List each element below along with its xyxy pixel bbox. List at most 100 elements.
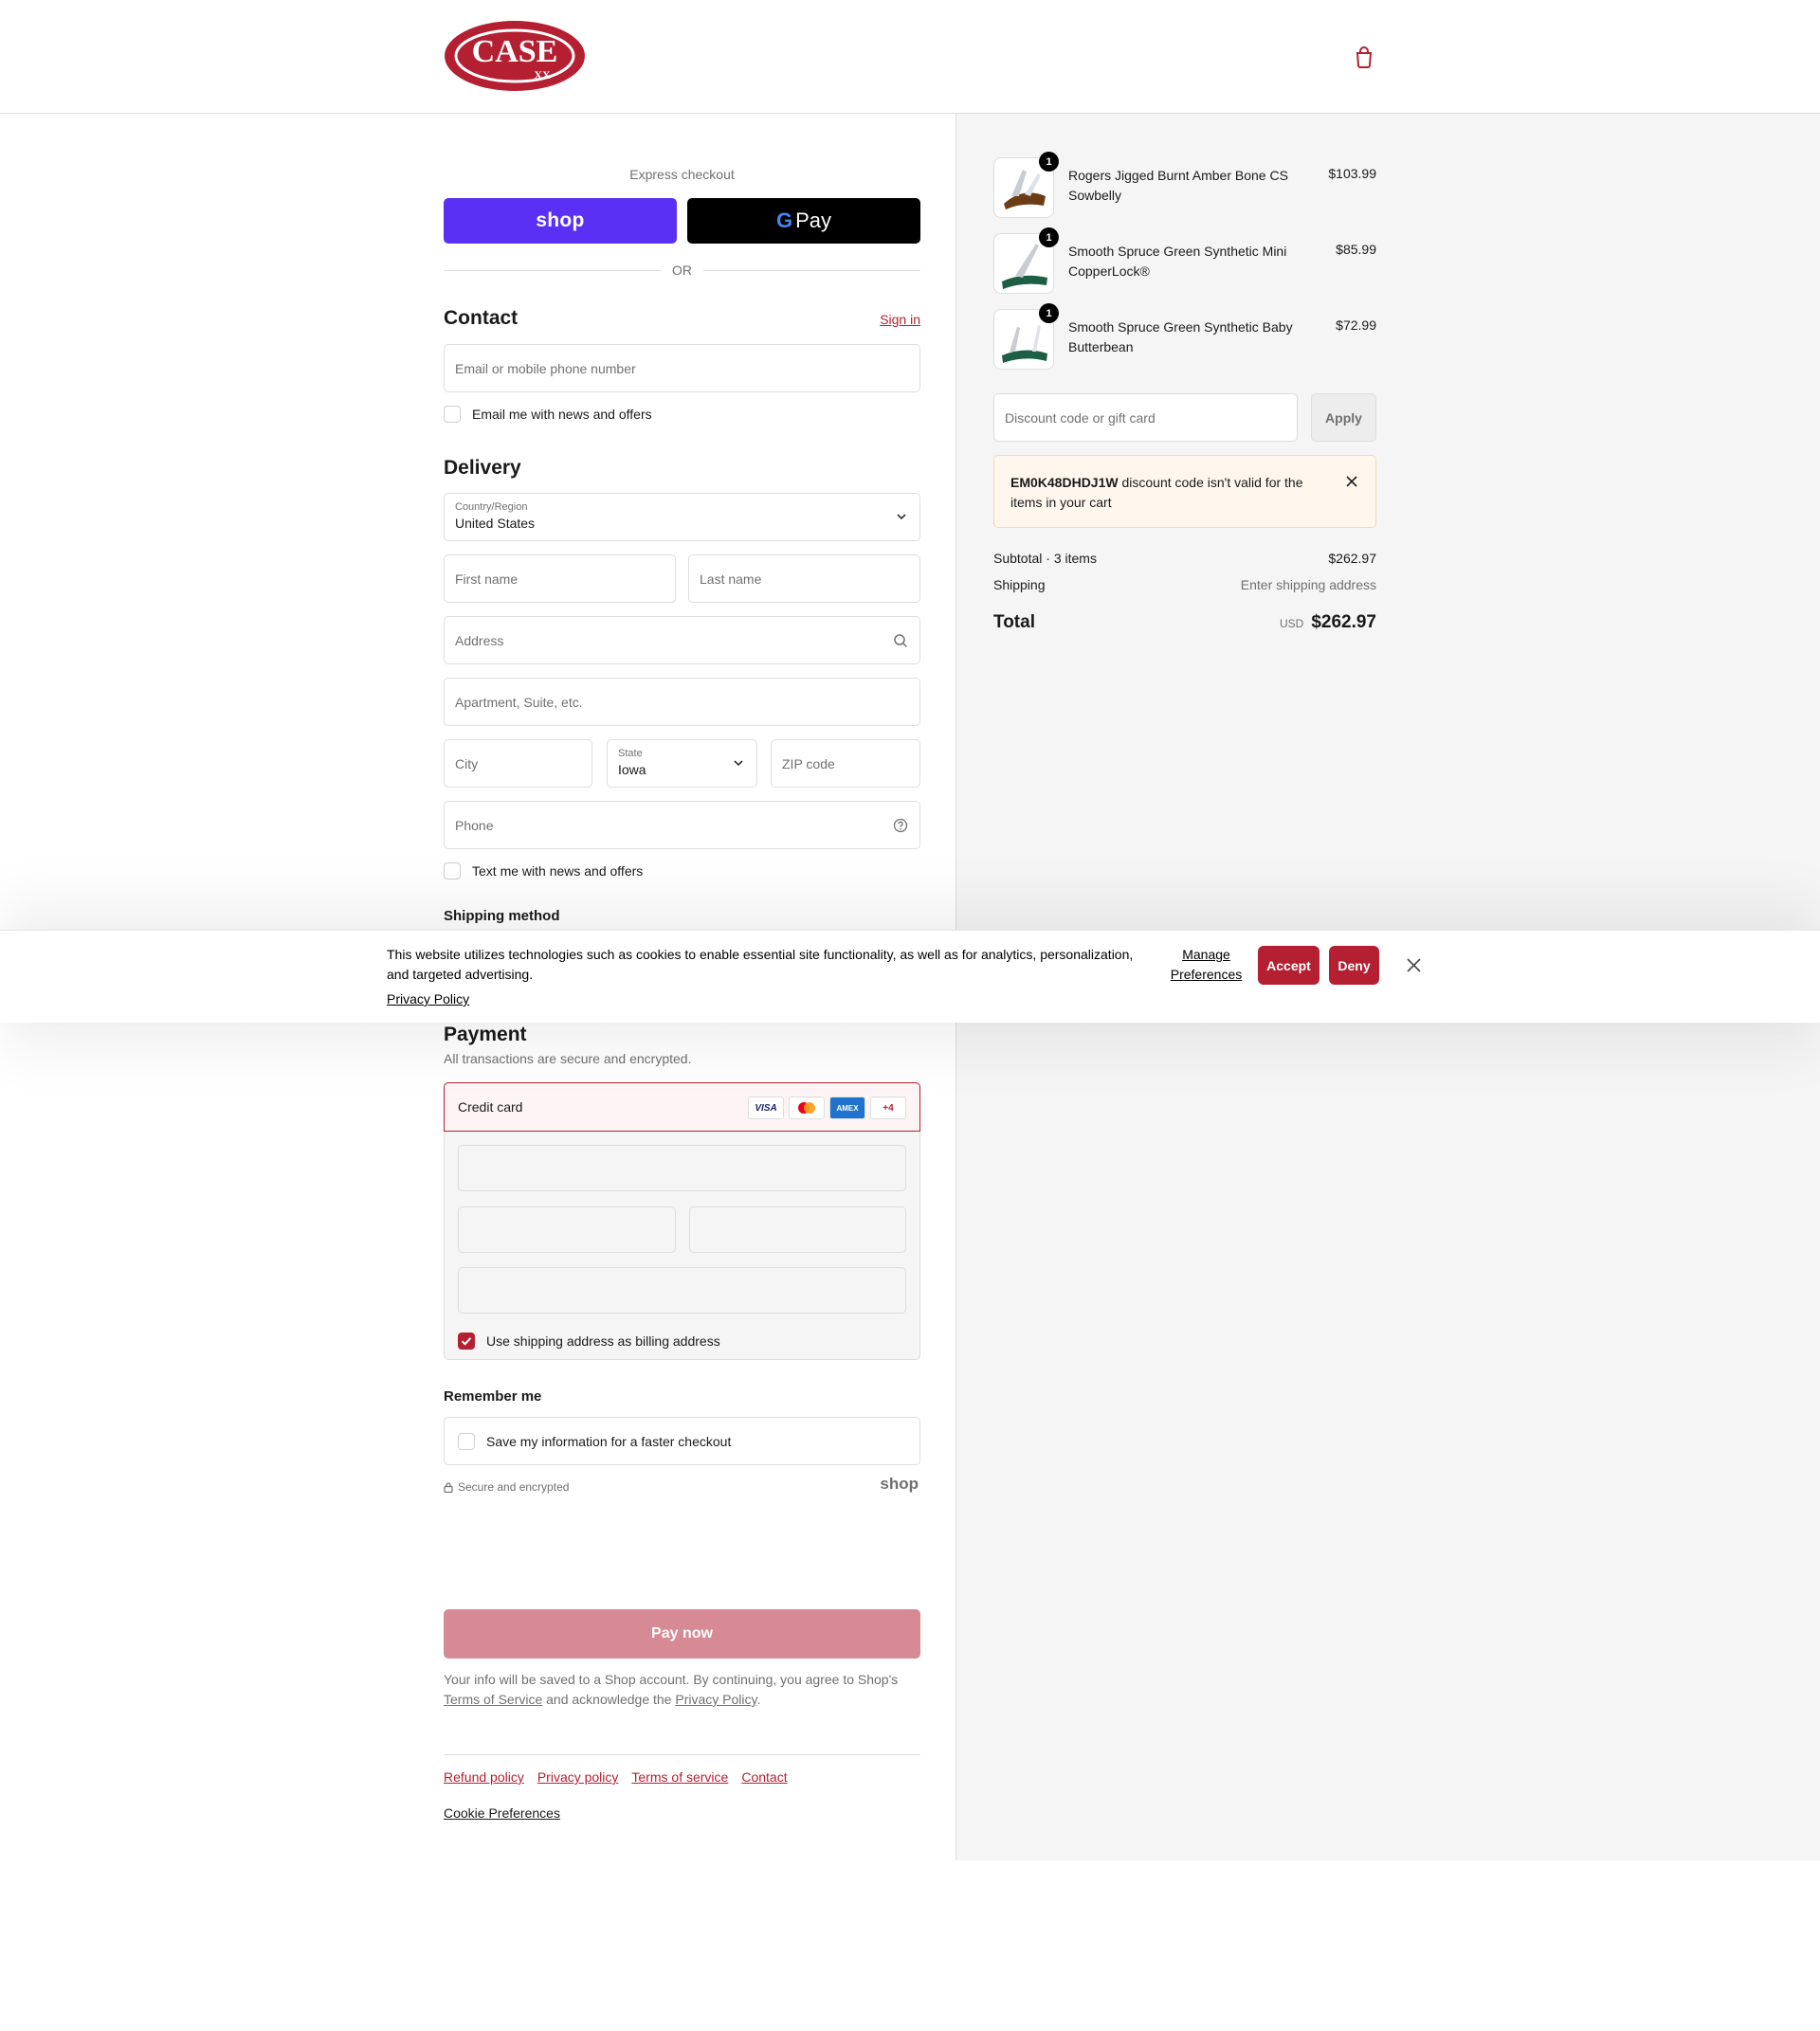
or-divider: OR xyxy=(444,261,920,280)
total-row: Total USD $262.97 xyxy=(993,612,1376,633)
city-field[interactable] xyxy=(444,739,592,788)
text-news-checkbox[interactable] xyxy=(444,862,461,879)
billing-address-checkbox[interactable] xyxy=(458,1333,475,1350)
close-icon[interactable] xyxy=(1345,475,1358,488)
line-item: 1 Rogers Jigged Burnt Amber Bone CS Sowb… xyxy=(993,152,1376,224)
privacy-policy-link[interactable]: Privacy Policy xyxy=(675,1692,756,1707)
credit-card-option[interactable]: Credit card VISA AMEX +4 xyxy=(444,1082,920,1132)
save-info-checkbox-row[interactable]: Save my information for a faster checkou… xyxy=(458,1433,731,1450)
google-pay-button[interactable]: G Pay xyxy=(687,198,920,244)
first-name-field[interactable] xyxy=(444,554,676,603)
email-news-checkbox[interactable] xyxy=(444,406,461,423)
total-value: $262.97 xyxy=(1311,612,1376,632)
cookie-privacy-policy-link[interactable]: Privacy Policy xyxy=(387,991,469,1006)
product-thumbnail: 1 xyxy=(993,227,1059,294)
text-news-checkbox-row[interactable]: Text me with news and offers xyxy=(444,862,643,879)
express-checkout-title: Express checkout xyxy=(629,167,735,182)
apartment-input[interactable] xyxy=(445,679,919,725)
close-icon[interactable] xyxy=(1406,957,1422,973)
manage-preferences-link[interactable]: Manage Preferences xyxy=(1166,945,1247,985)
billing-address-checkbox-row[interactable]: Use shipping address as billing address xyxy=(458,1333,720,1350)
terms-of-service-link[interactable]: Terms of Service xyxy=(444,1692,542,1707)
phone-field[interactable] xyxy=(444,801,920,849)
footer-terms-link[interactable]: Terms of service xyxy=(631,1769,728,1785)
item-price: $85.99 xyxy=(1336,242,1376,257)
quantity-badge: 1 xyxy=(1039,303,1059,323)
last-name-input[interactable] xyxy=(689,555,919,602)
header: CASE XX xyxy=(0,0,1820,114)
card-name-field[interactable] xyxy=(458,1267,906,1314)
phone-input[interactable] xyxy=(445,802,919,848)
shipping-row: Shipping Enter shipping address xyxy=(993,577,1376,592)
address-input[interactable] xyxy=(445,617,919,663)
shop-pay-label: shop xyxy=(536,209,585,231)
refund-policy-link[interactable]: Refund policy xyxy=(444,1769,524,1785)
card-expiry-field[interactable] xyxy=(458,1206,676,1253)
email-news-label: Email me with news and offers xyxy=(472,407,652,422)
save-info-checkbox[interactable] xyxy=(458,1433,475,1450)
total-currency: USD xyxy=(1279,617,1304,630)
country-select[interactable]: Country/Region United States xyxy=(444,493,920,541)
product-thumbnail: 1 xyxy=(993,303,1059,370)
country-label: Country/Region xyxy=(455,501,528,513)
subtotal-value: $262.97 xyxy=(1328,551,1376,566)
contact-title: Contact xyxy=(444,307,519,329)
shop-logo: shop xyxy=(880,1475,919,1493)
amex-icon: AMEX xyxy=(829,1097,865,1119)
discount-code-input[interactable] xyxy=(994,394,1297,441)
apply-discount-button[interactable]: Apply xyxy=(1311,393,1376,442)
line-item: 1 Smooth Spruce Green Synthetic Baby But… xyxy=(993,303,1376,375)
state-select[interactable]: State Iowa xyxy=(607,739,757,788)
pay-now-button[interactable]: Pay now xyxy=(444,1609,920,1659)
apartment-field[interactable] xyxy=(444,678,920,726)
address-field[interactable] xyxy=(444,616,920,664)
last-name-field[interactable] xyxy=(688,554,920,603)
remember-me-box: Save my information for a faster checkou… xyxy=(444,1417,920,1465)
payment-title: Payment xyxy=(444,1024,527,1045)
payment-subtitle: All transactions are secure and encrypte… xyxy=(444,1051,692,1066)
case-logo[interactable]: CASE XX xyxy=(444,19,586,93)
delivery-title: Delivery xyxy=(444,457,521,479)
secure-label: Secure and encrypted xyxy=(458,1480,570,1494)
item-name: Smooth Spruce Green Synthetic Mini Coppe… xyxy=(1068,244,1287,279)
contact-link[interactable]: Contact xyxy=(741,1769,787,1785)
country-value: United States xyxy=(455,516,536,531)
credit-card-label: Credit card xyxy=(458,1099,523,1115)
email-field[interactable] xyxy=(444,344,920,392)
discount-code: EM0K48DHDJ1W xyxy=(1010,475,1119,490)
zip-field[interactable] xyxy=(771,739,920,788)
chevron-down-icon xyxy=(897,514,906,520)
discount-code-field[interactable] xyxy=(993,393,1298,442)
deny-cookies-button[interactable]: Deny xyxy=(1329,946,1379,985)
shop-pay-button[interactable]: shop xyxy=(444,198,677,244)
accept-cookies-button[interactable]: Accept xyxy=(1258,946,1320,985)
logo-text: CASE xyxy=(472,34,558,69)
alert-text: EM0K48DHDJ1W discount code isn't valid f… xyxy=(1010,475,1303,510)
card-number-field[interactable] xyxy=(458,1145,906,1191)
sign-in-link[interactable]: Sign in xyxy=(880,312,920,327)
card-security-code-field[interactable] xyxy=(689,1206,906,1253)
email-news-checkbox-row[interactable]: Email me with news and offers xyxy=(444,406,652,423)
legal-text: Your info will be saved to a Shop accoun… xyxy=(444,1672,899,1707)
zip-input[interactable] xyxy=(772,740,919,787)
shopping-bag-icon[interactable] xyxy=(1354,45,1374,68)
google-pay-label: Pay xyxy=(795,209,832,232)
secure-encrypted-row: Secure and encrypted xyxy=(444,1480,569,1494)
logo-sub: XX xyxy=(534,68,551,82)
footer-privacy-policy-link[interactable]: Privacy policy xyxy=(537,1769,619,1785)
chevron-down-icon xyxy=(734,760,743,767)
visa-icon: VISA xyxy=(748,1097,784,1119)
email-input[interactable] xyxy=(445,345,919,391)
footer-divider xyxy=(444,1754,920,1755)
discount-error-alert: EM0K48DHDJ1W discount code isn't valid f… xyxy=(993,455,1376,528)
first-name-input[interactable] xyxy=(445,555,675,602)
save-info-label: Save my information for a faster checkou… xyxy=(486,1434,732,1449)
item-name: Rogers Jigged Burnt Amber Bone CS Sowbel… xyxy=(1068,168,1288,203)
quantity-badge: 1 xyxy=(1039,227,1059,247)
city-input[interactable] xyxy=(445,740,592,787)
item-name: Smooth Spruce Green Synthetic Baby Butte… xyxy=(1068,319,1293,354)
cookie-preferences-link[interactable]: Cookie Preferences xyxy=(444,1805,560,1821)
item-price: $103.99 xyxy=(1328,166,1376,181)
footer-links: Refund policy Privacy policy Terms of se… xyxy=(444,1769,788,1785)
help-circle-icon[interactable] xyxy=(893,818,908,833)
